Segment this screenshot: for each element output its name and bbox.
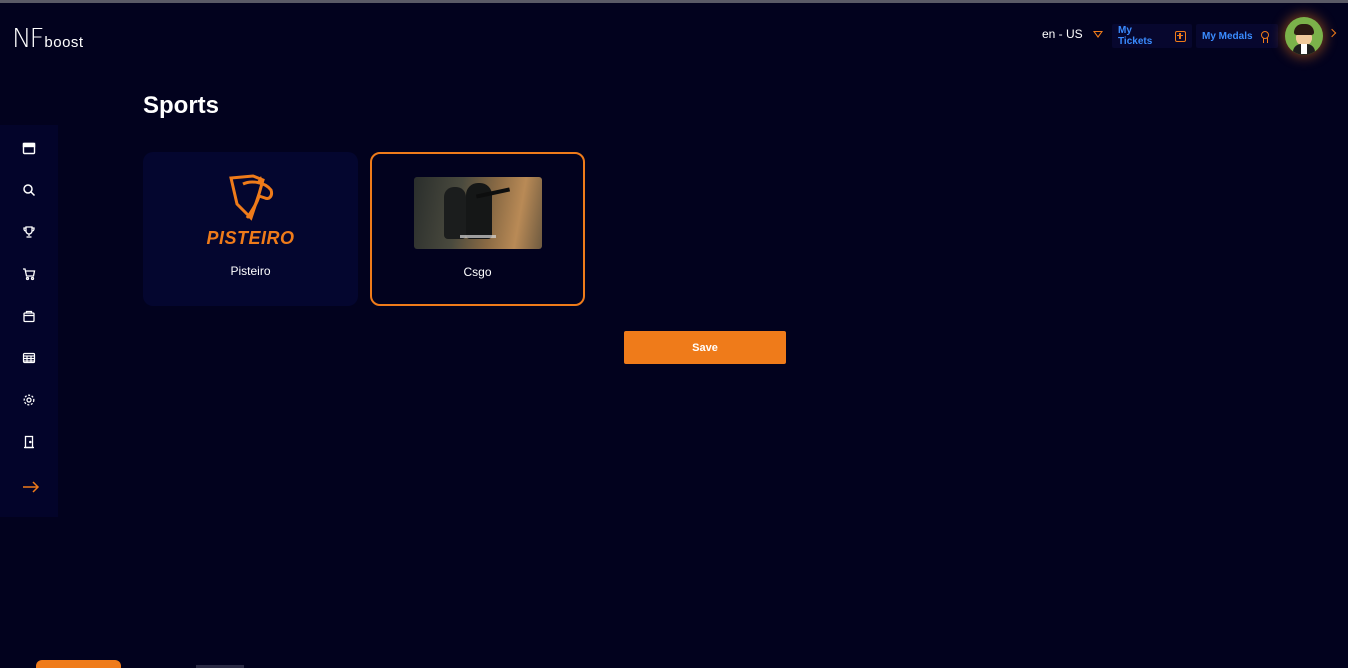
sport-card-csgo[interactable]: Csgo [370,152,585,306]
user-avatar[interactable] [1285,17,1323,55]
top-header: NF boost en - US My Tickets My Medals [0,3,1348,65]
plus-square-icon [1175,30,1186,42]
my-tickets-label: My Tickets [1118,25,1153,47]
csgo-brand-mark [460,235,496,238]
sport-card-pisteiro[interactable]: PISTEIRO Pisteiro [143,152,358,306]
pisteiro-logo-text: PISTEIRO [206,228,295,248]
language-selector[interactable]: en - US [1042,27,1103,41]
medal-icon [1260,30,1269,43]
my-medals-button[interactable]: My Medals [1196,24,1278,48]
bottom-floating-tab[interactable] [36,660,121,668]
table-icon[interactable] [22,351,38,367]
my-medals-label: My Medals [1202,30,1253,42]
sport-card-label: Csgo [463,265,492,279]
my-tickets-button[interactable]: My Tickets [1112,24,1192,48]
sport-card-label: Pisteiro [230,264,271,278]
nfboost-logo[interactable]: NF boost [12,23,84,54]
bag-icon[interactable] [22,309,38,325]
calendar-icon[interactable] [22,141,38,157]
avatar-shirt [1301,44,1307,54]
caret-down-icon [1092,30,1103,38]
search-icon[interactable] [22,183,38,199]
logo-nf: NF [12,24,44,54]
csgo-figure [444,187,466,239]
language-label: en - US [1042,27,1083,41]
arrow-right-icon[interactable] [22,480,40,496]
page-title: Sports [143,92,220,119]
csgo-cover-image [414,177,542,249]
logo-boost: boost [44,34,84,51]
avatar-hair [1294,24,1314,35]
cart-icon[interactable] [22,267,38,283]
chevron-right-icon[interactable] [1327,28,1337,38]
trophy-icon[interactable] [22,225,38,241]
door-icon[interactable] [22,435,38,451]
gear-icon[interactable] [22,393,38,409]
sidebar [0,125,58,517]
save-button[interactable]: Save [624,331,786,364]
